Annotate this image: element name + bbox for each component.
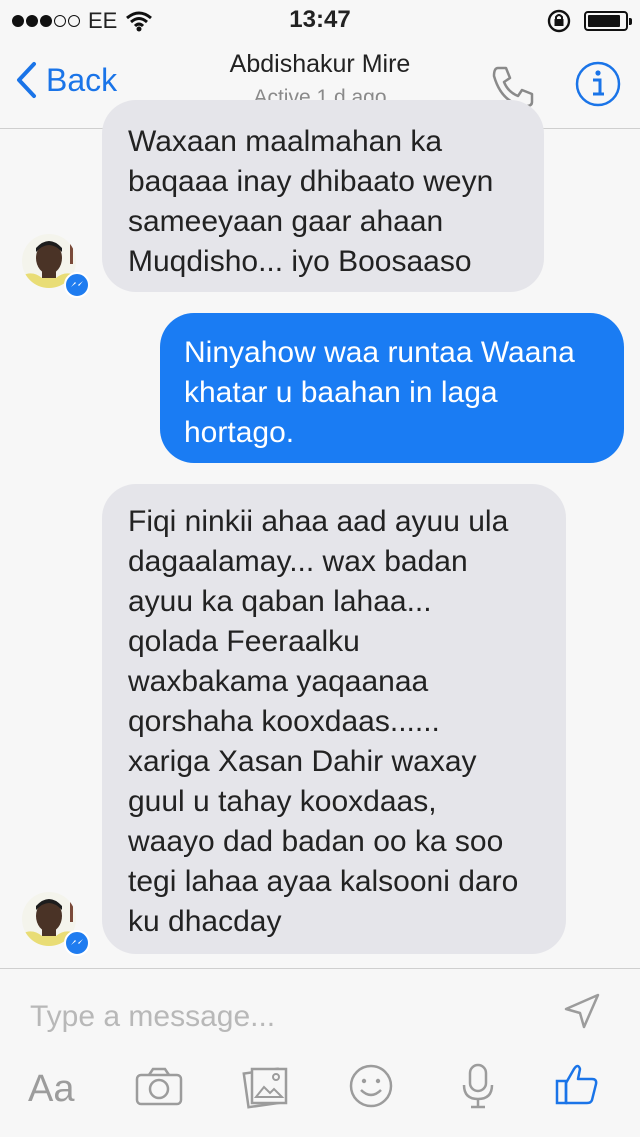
battery-icon xyxy=(584,11,632,31)
message-line: Ninyahow waa runtaa Waana xyxy=(184,336,575,369)
outgoing-message[interactable]: Ninyahow waa runtaa Waana khatar u baaha… xyxy=(160,313,624,463)
camera-button[interactable] xyxy=(134,1067,184,1112)
message-line: khatar u baahan in laga xyxy=(184,376,498,409)
message-line: tegi lahaa ayaa kalsooni daro xyxy=(128,865,519,898)
like-button[interactable] xyxy=(554,1061,600,1112)
camera-icon xyxy=(135,1067,183,1106)
info-icon xyxy=(575,61,621,107)
message-input[interactable]: Type a message... xyxy=(30,993,550,1041)
rotation-lock-icon xyxy=(547,9,571,33)
message-line: ku dhacday xyxy=(128,905,282,938)
message-line: dagaalamay... wax badan xyxy=(128,545,468,578)
clock: 13:47 xyxy=(289,6,351,33)
smiley-icon xyxy=(349,1064,393,1108)
messenger-badge-icon xyxy=(64,930,90,956)
message-line: Waxaan maalmahan ka xyxy=(128,125,443,158)
photo-gallery-icon xyxy=(242,1067,288,1109)
send-button[interactable] xyxy=(562,991,602,1036)
incoming-message[interactable]: Fiqi ninkii ahaa aad ayuu ula dagaalamay… xyxy=(102,484,566,954)
message-line: qorshaha kooxdaas...... xyxy=(128,705,440,738)
compose-bar: Type a message... Aa xyxy=(0,968,640,1137)
composer-toolbar: Aa xyxy=(0,1061,640,1131)
status-bar: EE 13:47 xyxy=(0,0,640,40)
message-line: guul u tahay kooxdaas, xyxy=(128,785,437,818)
messenger-badge-icon xyxy=(64,272,90,298)
message-line: ayuu ka qaban lahaa... xyxy=(128,585,432,618)
message-line: Muqdisho... iyo Boosaaso xyxy=(128,245,472,278)
message-line: Fiqi ninkii ahaa aad ayuu ula xyxy=(128,505,509,538)
message-line: sameeyaan gaar ahaan xyxy=(128,205,444,238)
incoming-message[interactable]: Waxaan maalmahan ka baqaaa inay dhibaato… xyxy=(102,100,544,292)
thumbs-up-icon xyxy=(555,1064,598,1105)
text-format-button[interactable]: Aa xyxy=(28,1061,74,1117)
message-line: baqaaa inay dhibaato weyn xyxy=(128,165,494,198)
photos-button[interactable] xyxy=(242,1063,290,1116)
info-button[interactable] xyxy=(574,60,622,113)
message-line: hortago. xyxy=(184,416,295,449)
contact-name[interactable]: Abdishakur Mire xyxy=(0,50,640,79)
sticker-button[interactable] xyxy=(348,1063,394,1114)
message-line: qolada Feeraalku xyxy=(128,625,360,658)
voice-button[interactable] xyxy=(460,1061,496,1116)
message-line: waayo dad badan oo ka soo xyxy=(128,825,504,858)
send-arrow-icon xyxy=(564,993,600,1029)
message-line: waxbakama yaqaanaa xyxy=(128,665,429,698)
microphone-icon xyxy=(462,1063,494,1109)
message-line: xariga Xasan Dahir waxay xyxy=(128,745,477,778)
